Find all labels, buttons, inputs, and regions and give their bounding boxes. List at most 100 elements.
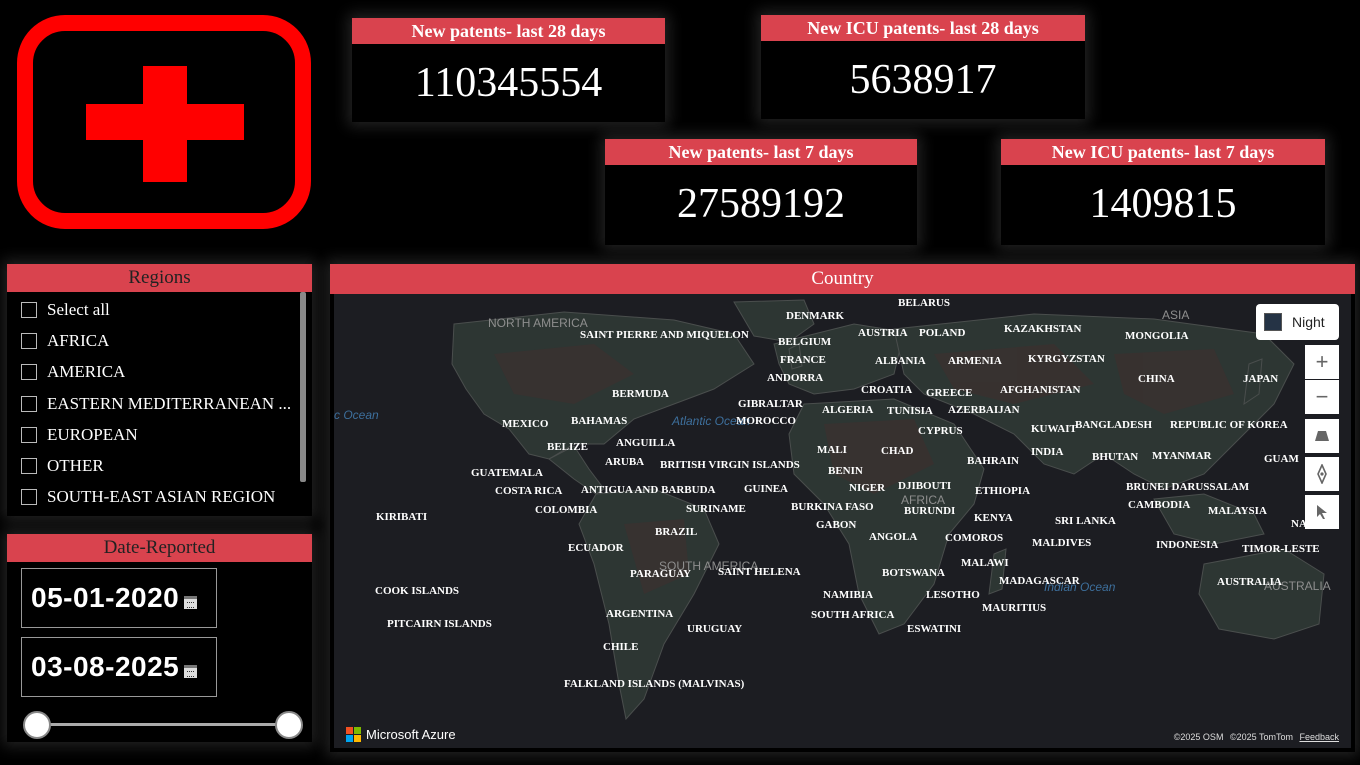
country-label[interactable]: CHILE bbox=[603, 641, 638, 653]
checkbox[interactable] bbox=[21, 364, 37, 381]
country-label[interactable]: MYANMAR bbox=[1152, 450, 1211, 462]
country-label[interactable]: BRAZIL bbox=[655, 526, 697, 538]
country-label[interactable]: MAURITIUS bbox=[982, 602, 1046, 614]
country-label[interactable]: KIRIBATI bbox=[376, 511, 427, 523]
country-label[interactable]: AUSTRIA bbox=[858, 327, 908, 339]
country-label[interactable]: MEXICO bbox=[502, 418, 548, 430]
zoom-out-button[interactable]: − bbox=[1305, 380, 1339, 414]
country-label[interactable]: ALBANIA bbox=[875, 355, 926, 367]
region-option-select-all[interactable]: Select all bbox=[7, 294, 298, 325]
country-label[interactable]: MADAGASCAR bbox=[999, 575, 1080, 587]
country-label[interactable]: FALKLAND ISLANDS (MALVINAS) bbox=[564, 678, 744, 690]
region-option-africa[interactable]: AFRICA bbox=[7, 325, 298, 356]
country-label[interactable]: SURINAME bbox=[686, 503, 746, 515]
country-label[interactable]: GUINEA bbox=[744, 483, 788, 495]
country-label[interactable]: GREECE bbox=[926, 387, 972, 399]
country-label[interactable]: AZERBAIJAN bbox=[948, 404, 1020, 416]
country-label[interactable]: TIMOR-LESTE bbox=[1242, 543, 1320, 555]
country-label[interactable]: CYPRUS bbox=[918, 425, 963, 437]
country-label[interactable]: BANGLADESH bbox=[1075, 419, 1152, 431]
country-label[interactable]: POLAND bbox=[919, 327, 965, 339]
region-option-eastern-mediterranean[interactable]: EASTERN MEDITERRANEAN ... bbox=[7, 388, 298, 419]
country-label[interactable]: SAINT HELENA bbox=[718, 566, 801, 578]
country-label[interactable]: NIGER bbox=[849, 482, 885, 494]
country-label[interactable]: KENYA bbox=[974, 512, 1013, 524]
country-label[interactable]: DJIBOUTI bbox=[898, 480, 951, 492]
region-option-south-east-asian[interactable]: SOUTH-EAST ASIAN REGION bbox=[7, 482, 298, 513]
map-style-button[interactable]: Night bbox=[1256, 304, 1339, 340]
country-label[interactable]: ARUBA bbox=[605, 456, 644, 468]
country-label[interactable]: URUGUAY bbox=[687, 623, 742, 635]
country-label[interactable]: ARMENIA bbox=[948, 355, 1002, 367]
country-label[interactable]: MALAYSIA bbox=[1208, 505, 1267, 517]
country-label[interactable]: MONGOLIA bbox=[1125, 330, 1189, 342]
calendar-icon[interactable] bbox=[184, 664, 198, 678]
end-date-input[interactable]: 03-08-2025 bbox=[21, 637, 217, 697]
country-label[interactable]: BOTSWANA bbox=[882, 567, 945, 579]
country-label[interactable]: COSTA RICA bbox=[495, 485, 562, 497]
country-label[interactable]: MALDIVES bbox=[1032, 537, 1091, 549]
country-label[interactable]: JAPAN bbox=[1243, 373, 1278, 385]
date-range-end-handle[interactable] bbox=[275, 711, 303, 739]
checkbox[interactable] bbox=[21, 426, 37, 443]
regions-scrollbar[interactable] bbox=[300, 292, 306, 482]
calendar-icon[interactable] bbox=[184, 595, 198, 609]
country-label[interactable]: GABON bbox=[816, 519, 856, 531]
country-label[interactable]: COMOROS bbox=[945, 532, 1003, 544]
country-label[interactable]: GIBRALTAR bbox=[738, 398, 803, 410]
country-label[interactable]: SRI LANKA bbox=[1055, 515, 1116, 527]
country-label[interactable]: ANGUILLA bbox=[616, 437, 675, 449]
country-label[interactable]: ALGERIA bbox=[822, 404, 873, 416]
compass-button[interactable] bbox=[1305, 457, 1339, 491]
country-label[interactable]: GUATEMALA bbox=[471, 467, 543, 479]
country-label[interactable]: BENIN bbox=[828, 465, 863, 477]
country-label[interactable]: DENMARK bbox=[786, 310, 844, 322]
country-label[interactable]: BAHRAIN bbox=[967, 455, 1019, 467]
country-label[interactable]: ANDORRA bbox=[767, 372, 823, 384]
country-label[interactable]: ANTIGUA AND BARBUDA bbox=[581, 484, 715, 496]
country-label[interactable]: CHINA bbox=[1138, 373, 1175, 385]
checkbox[interactable] bbox=[21, 301, 37, 318]
country-label[interactable]: MALI bbox=[817, 444, 847, 456]
country-label[interactable]: INDIA bbox=[1031, 446, 1063, 458]
country-label[interactable]: SAINT PIERRE AND MIQUELON bbox=[580, 329, 749, 341]
country-label[interactable]: ARGENTINA bbox=[606, 608, 673, 620]
country-label[interactable]: ECUADOR bbox=[568, 542, 624, 554]
region-option-european[interactable]: EUROPEAN bbox=[7, 419, 298, 450]
date-range-track[interactable] bbox=[37, 723, 291, 726]
country-label[interactable]: BRUNEI DARUSSALAM bbox=[1126, 481, 1249, 493]
map-canvas[interactable]: NORTH AMERICA SOUTH AMERICA AFRICA ASIA … bbox=[334, 294, 1351, 748]
zoom-in-button[interactable]: + bbox=[1305, 345, 1339, 379]
start-date-input[interactable]: 05-01-2020 bbox=[21, 568, 217, 628]
country-label[interactable]: CROATIA bbox=[861, 384, 912, 396]
country-label[interactable]: MOROCCO bbox=[736, 415, 796, 427]
feedback-link[interactable]: Feedback bbox=[1299, 732, 1339, 742]
country-label[interactable]: BRITISH VIRGIN ISLANDS bbox=[660, 459, 800, 471]
country-label[interactable]: FRANCE bbox=[780, 354, 826, 366]
country-label[interactable]: BURKINA FASO bbox=[791, 501, 874, 513]
country-label[interactable]: AUSTRALIA bbox=[1217, 576, 1282, 588]
country-label[interactable]: LESOTHO bbox=[926, 589, 980, 601]
country-label[interactable]: MALAWI bbox=[961, 557, 1009, 569]
region-option-other[interactable]: OTHER bbox=[7, 450, 298, 481]
country-label[interactable]: ETHIOPIA bbox=[975, 485, 1030, 497]
country-label[interactable]: CHAD bbox=[881, 445, 913, 457]
select-button[interactable] bbox=[1305, 495, 1339, 529]
country-label[interactable]: TUNISIA bbox=[887, 405, 933, 417]
country-label[interactable]: COLOMBIA bbox=[535, 504, 597, 516]
country-label[interactable]: COOK ISLANDS bbox=[375, 585, 459, 597]
region-option-america[interactable]: AMERICA bbox=[7, 357, 298, 388]
country-label[interactable]: BELARUS bbox=[898, 297, 950, 309]
country-label[interactable]: CAMBODIA bbox=[1128, 499, 1190, 511]
country-label[interactable]: ESWATINI bbox=[907, 623, 961, 635]
country-label[interactable]: BURUNDI bbox=[904, 505, 955, 517]
country-label[interactable]: REPUBLIC OF KOREA bbox=[1170, 419, 1288, 431]
country-label[interactable]: PARAGUAY bbox=[630, 568, 691, 580]
country-label[interactable]: SOUTH AFRICA bbox=[811, 609, 894, 621]
country-label[interactable]: BAHAMAS bbox=[571, 415, 627, 427]
date-range-start-handle[interactable] bbox=[23, 711, 51, 739]
country-label[interactable]: KAZAKHSTAN bbox=[1004, 323, 1081, 335]
country-label[interactable]: BHUTAN bbox=[1092, 451, 1138, 463]
checkbox[interactable] bbox=[21, 489, 37, 506]
country-label[interactable]: PITCAIRN ISLANDS bbox=[387, 618, 492, 630]
